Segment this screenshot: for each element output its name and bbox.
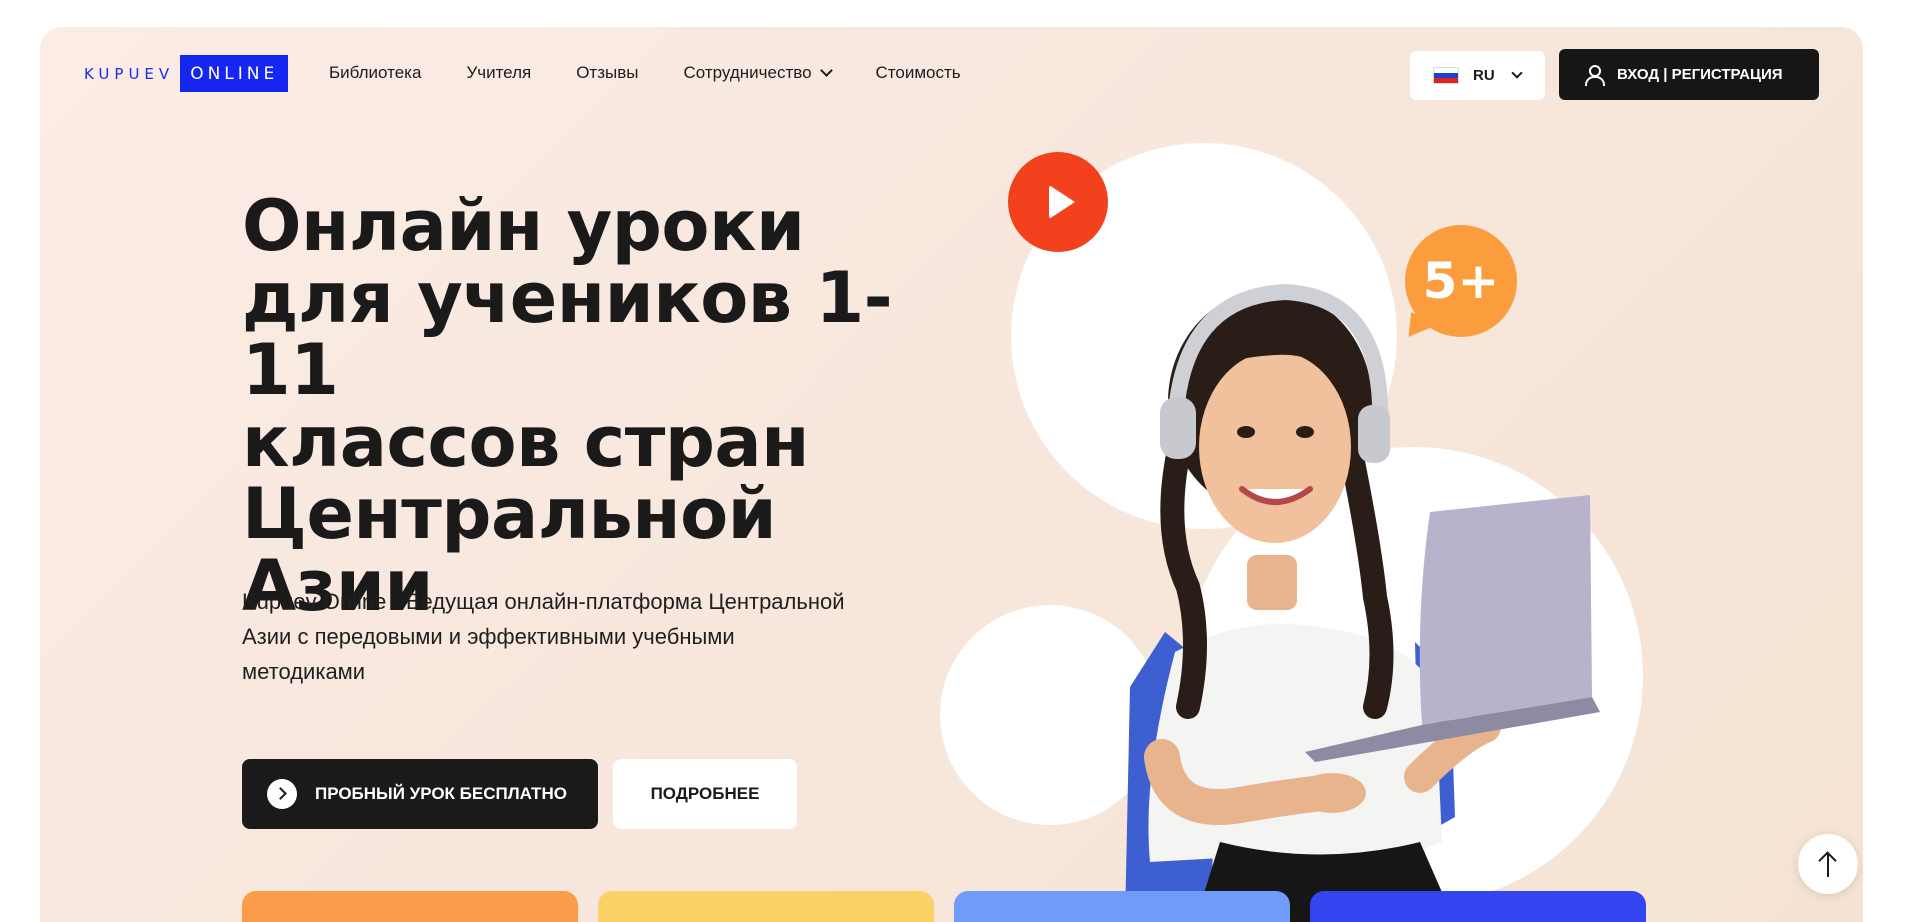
hero-subtitle: Kupuev Online - Ведущая онлайн-платформа…	[242, 589, 845, 684]
hero-title: Онлайн уроки для учеников 1-11 классов с…	[242, 185, 893, 627]
language-selector[interactable]: RU	[1410, 51, 1545, 100]
feature-card-blue[interactable]	[1310, 891, 1646, 922]
russia-flag-icon	[1433, 67, 1459, 84]
chevron-down-icon	[819, 64, 833, 77]
free-trial-label: ПРОБНЫЙ УРОК БЕСПЛАТНО	[315, 784, 567, 803]
logo[interactable]: KUPUEV ONLINE	[82, 55, 289, 92]
nav-cooperation[interactable]: Сотрудничество	[683, 63, 833, 83]
free-trial-button[interactable]: ПРОБНЫЙ УРОК БЕСПЛАТНО	[242, 759, 598, 829]
user-icon	[1585, 65, 1605, 86]
feature-card-orange[interactable]	[242, 891, 578, 922]
language-label: RU	[1473, 67, 1495, 84]
nav-teachers[interactable]: Учителя	[466, 63, 531, 83]
login-register-label: ВХОД | РЕГИСТРАЦИЯ	[1617, 66, 1783, 83]
play-icon[interactable]	[1008, 152, 1108, 252]
arrow-up-icon[interactable]	[1798, 834, 1858, 894]
student-with-laptop-image	[1125, 283, 1600, 922]
nav-pricing[interactable]: Стоимость	[876, 63, 961, 83]
learn-more-button[interactable]: ПОДРОБНЕЕ	[613, 759, 797, 829]
nav-library[interactable]: Библиотека	[329, 63, 421, 83]
nav-reviews[interactable]: Отзывы	[576, 63, 638, 83]
chevron-down-icon	[1511, 67, 1523, 79]
login-register-button[interactable]: ВХОД | РЕГИСТРАЦИЯ	[1559, 49, 1819, 100]
logo-text-right: ONLINE	[180, 55, 289, 92]
feature-card-yellow[interactable]	[598, 891, 934, 922]
hero-section: KUPUEV ONLINE Библиотека Учителя Отзывы …	[40, 27, 1863, 922]
main-nav: Библиотека Учителя Отзывы Сотрудничество…	[329, 63, 961, 83]
chevron-right-icon	[267, 779, 297, 809]
logo-text-left: KUPUEV	[84, 64, 175, 83]
learn-more-label: ПОДРОБНЕЕ	[650, 784, 760, 803]
feature-card-light-blue[interactable]	[954, 891, 1290, 922]
